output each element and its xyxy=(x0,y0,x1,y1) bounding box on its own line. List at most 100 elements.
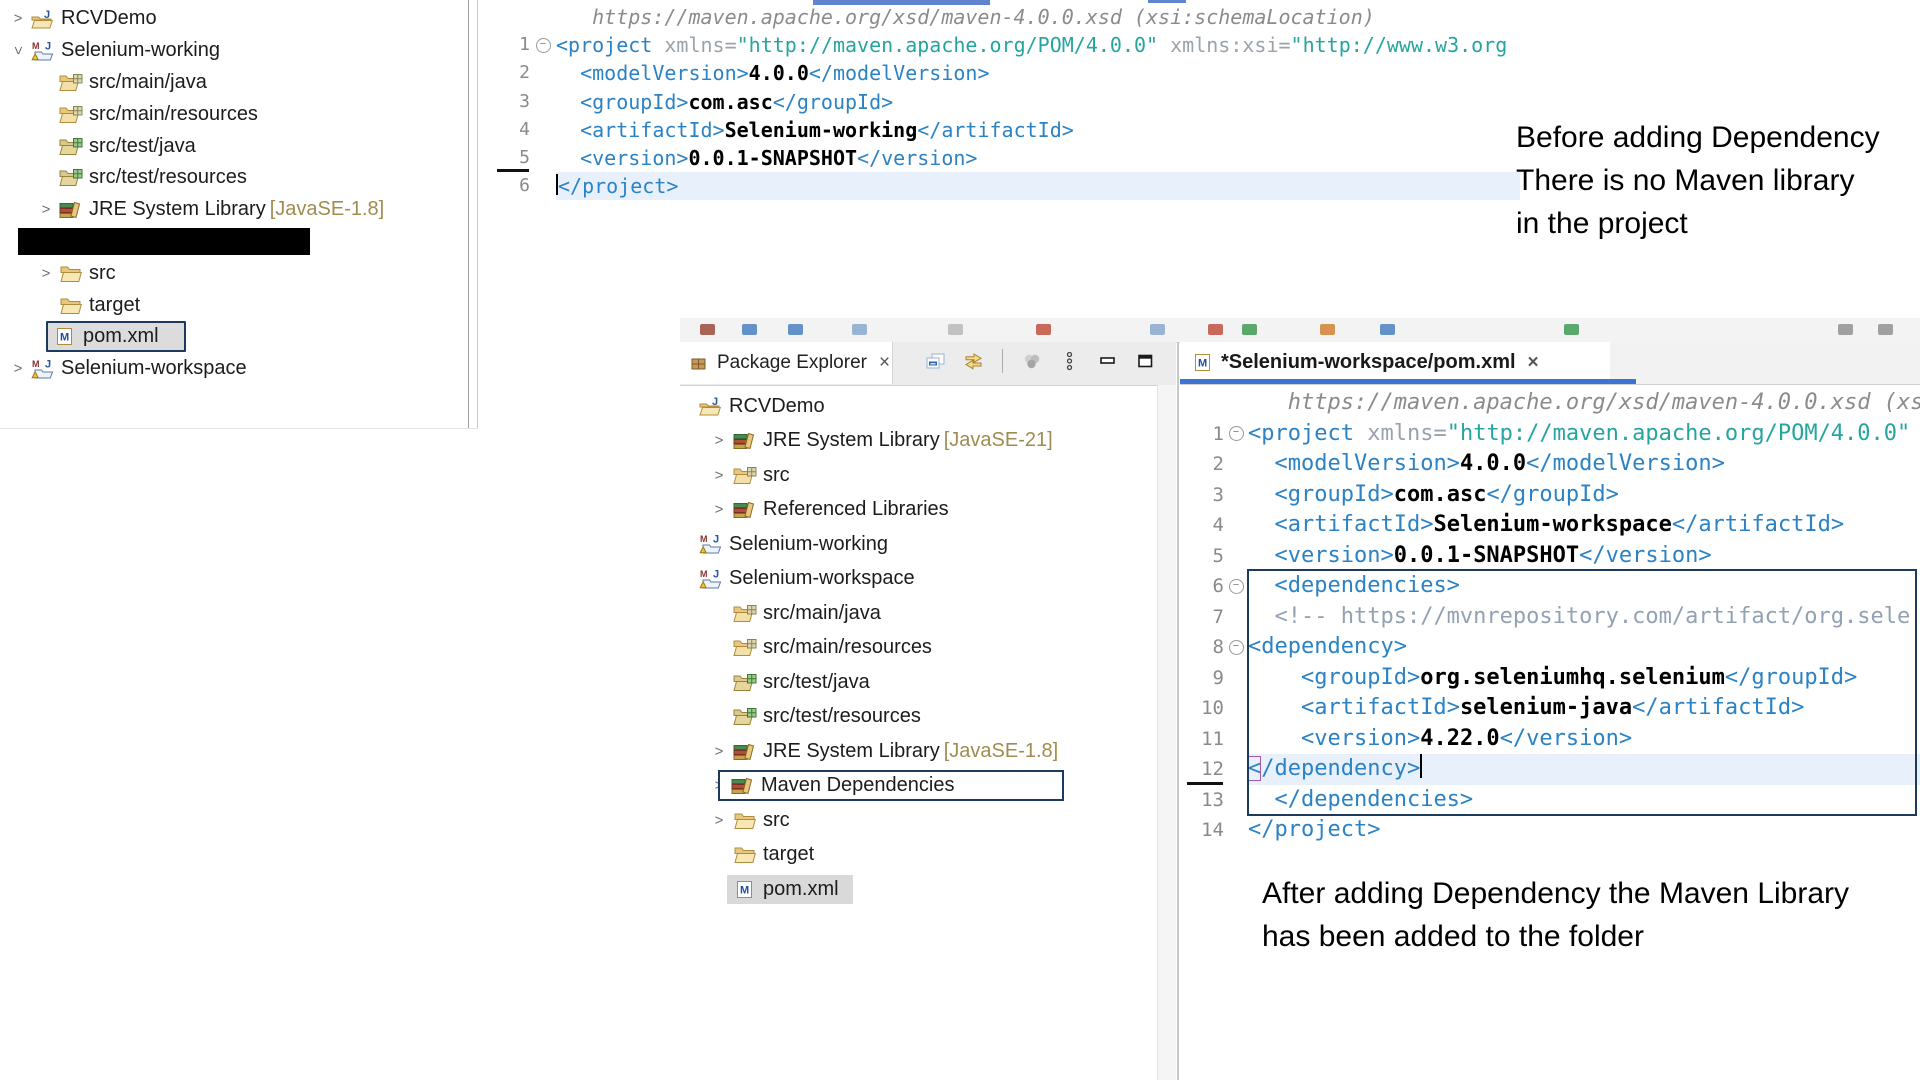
expand-chevron-icon[interactable]: > xyxy=(706,467,732,484)
tree-item-selenium-workspace[interactable]: >MJSelenium-workspace xyxy=(0,353,468,385)
tree-item-selenium-working[interactable]: MJSelenium-working xyxy=(680,527,1158,562)
tree-item-src-main-java[interactable]: >src/main/java xyxy=(680,596,1158,631)
code-line-5[interactable]: 5 <version>0.0.1-SNAPSHOT</version> xyxy=(494,144,1520,172)
code-line-1[interactable]: 1−<project xmlns="http://maven.apache.or… xyxy=(494,31,1520,59)
code-area-before[interactable]: https://maven.apache.org/xsd/maven-4.0.0… xyxy=(490,0,1520,200)
fold-collapse-icon[interactable]: − xyxy=(1224,571,1248,602)
tree-item-jre-system-library[interactable]: >JRE System Library[JavaSE-21] xyxy=(680,424,1158,459)
expand-chevron-icon[interactable]: > xyxy=(34,201,58,218)
maximize-icon[interactable] xyxy=(1133,351,1158,371)
svg-text:M: M xyxy=(1198,358,1207,370)
code-line-12[interactable]: 12</dependency> xyxy=(1184,754,1920,785)
close-icon[interactable]: × xyxy=(1528,352,1539,374)
code-line-4[interactable]: 4 <artifactId>Selenium-workspace</artifa… xyxy=(1184,510,1920,541)
code-area-after[interactable]: https://maven.apache.org/xsd/maven-4.0.0… xyxy=(1180,384,1920,1080)
tree-item-src-main-resources[interactable]: >src/main/resources xyxy=(0,98,468,130)
code-line-3[interactable]: 3 <groupId>com.asc</groupId> xyxy=(1184,480,1920,511)
code-line-schema-header[interactable]: https://maven.apache.org/xsd/maven-4.0.0… xyxy=(1184,388,1920,419)
tree-item-target[interactable]: >target xyxy=(680,838,1158,873)
tree-item-rcvdemo[interactable]: JRCVDemo xyxy=(680,389,1158,424)
fold-spacer xyxy=(1224,541,1248,572)
panel-divider[interactable] xyxy=(477,0,478,428)
annotation-line: has been added to the folder xyxy=(1262,915,1920,958)
expand-chevron-icon[interactable]: > xyxy=(706,812,732,829)
tree-item-selenium-working[interactable]: >MJSelenium-working xyxy=(0,35,468,67)
tree-item-src-main-java[interactable]: >src/main/java xyxy=(0,67,468,99)
tree-item-pom-xml[interactable]: >Mpom.xml xyxy=(0,321,468,353)
code-line-2[interactable]: 2 <modelVersion>4.0.0</modelVersion> xyxy=(494,59,1520,87)
tree-item-src[interactable]: >src xyxy=(680,803,1158,838)
tree-item-src[interactable]: >src xyxy=(0,257,468,289)
expand-chevron-icon[interactable]: > xyxy=(10,39,27,63)
fold-collapse-icon[interactable]: − xyxy=(530,31,556,59)
code-line-4[interactable]: 4 <artifactId>Selenium-working</artifact… xyxy=(494,116,1520,144)
code-line-9[interactable]: 9 <groupId>org.seleniumhq.selenium</grou… xyxy=(1184,663,1920,694)
fold-spacer xyxy=(1224,663,1248,694)
code-line-5[interactable]: 5 <version>0.0.1-SNAPSHOT</version> xyxy=(1184,541,1920,572)
svg-text:J: J xyxy=(712,396,718,408)
code-line-14[interactable]: 14</project> xyxy=(1184,815,1920,846)
maven-project-icon: MJ xyxy=(30,41,55,61)
code-line-6[interactable]: 6− <dependencies> xyxy=(1184,571,1920,602)
folder-icon xyxy=(58,295,83,315)
fold-collapse-icon[interactable]: − xyxy=(1224,632,1248,663)
tree-item-referenced-libraries[interactable]: >Referenced Libraries xyxy=(680,493,1158,528)
tree-item-src[interactable]: >src xyxy=(680,458,1158,493)
view-tab-bar: Package Explorer × xyxy=(680,342,1176,386)
code-line-11[interactable]: 11 <version>4.22.0</version> xyxy=(1184,724,1920,755)
tree-item-src-test-resources[interactable]: >src/test/resources xyxy=(0,162,468,194)
tree-item-src-test-resources[interactable]: >src/test/resources xyxy=(680,700,1158,735)
expand-chevron-icon[interactable]: > xyxy=(6,360,30,377)
expand-chevron-icon[interactable]: > xyxy=(6,10,30,27)
tab-selenium-workspace-pom[interactable]: M *Selenium-workspace/pom.xml × xyxy=(1180,342,1610,383)
code-line-8[interactable]: 8−<dependency> xyxy=(1184,632,1920,663)
link-with-editor-icon[interactable] xyxy=(961,351,986,371)
code-line-2[interactable]: 2 <modelVersion>4.0.0</modelVersion> xyxy=(1184,449,1920,480)
expand-chevron-icon[interactable]: > xyxy=(34,265,58,282)
tree-item-src-main-resources[interactable]: >src/main/resources xyxy=(680,631,1158,666)
collapse-all-icon[interactable] xyxy=(923,351,948,371)
toolbar-fragment xyxy=(1878,324,1893,335)
scrollbar[interactable] xyxy=(1157,385,1176,1080)
tree-item-jre-system-library[interactable]: >JRE System Library[JavaSE-1.8] xyxy=(0,194,468,226)
code-text: <artifactId>Selenium-working</artifactId… xyxy=(556,116,1520,144)
code-line-7[interactable]: 7 <!-- https://mvnrepository.com/artifac… xyxy=(1184,602,1920,633)
line-number: 4 xyxy=(1184,510,1224,541)
line-number: 7 xyxy=(1184,602,1224,633)
view-menu-icon[interactable] xyxy=(1057,351,1082,371)
expand-chevron-icon[interactable]: > xyxy=(706,432,732,449)
fold-collapse-icon[interactable]: − xyxy=(1224,419,1248,450)
code-line-6[interactable]: 6</project> xyxy=(494,172,1520,200)
expand-chevron-icon[interactable]: > xyxy=(706,501,732,518)
screenshot-after: Package Explorer × JRCVDemo>JRE System L… xyxy=(680,318,1920,1080)
expand-chevron-icon[interactable]: > xyxy=(706,743,732,760)
tree-item-selenium-workspace[interactable]: MJSelenium-workspace xyxy=(680,562,1158,597)
tree-item-rcvdemo[interactable]: >JRCVDemo xyxy=(0,3,468,35)
code-line-schema-header[interactable]: https://maven.apache.org/xsd/maven-4.0.0… xyxy=(494,3,1520,31)
close-icon[interactable]: × xyxy=(879,352,890,374)
fold-spacer xyxy=(1224,480,1248,511)
tree-item-src-test-java[interactable]: >src/test/java xyxy=(0,130,468,162)
tree-item-target[interactable]: >target xyxy=(0,289,468,321)
test-package-folder-icon xyxy=(58,136,83,156)
tree-item-pom-xml[interactable]: >Mpom.xml xyxy=(680,872,1158,907)
tree-item-src-test-java[interactable]: >src/test/java xyxy=(680,665,1158,700)
panel-divider[interactable] xyxy=(468,0,469,428)
code-line-10[interactable]: 10 <artifactId>selenium-java</artifactId… xyxy=(1184,693,1920,724)
tree-item-maven-dependencies[interactable]: >Maven Dependencies xyxy=(680,769,1158,804)
focus-icon[interactable] xyxy=(1019,351,1044,371)
line-number: 1 xyxy=(494,31,530,59)
panel-divider[interactable] xyxy=(1177,342,1179,1080)
code-text: <dependencies> xyxy=(1248,571,1920,602)
tab-package-explorer[interactable]: Package Explorer × xyxy=(680,342,893,384)
code-line-3[interactable]: 3 <groupId>com.asc</groupId> xyxy=(494,88,1520,116)
code-text: <version>0.0.1-SNAPSHOT</version> xyxy=(1248,541,1920,572)
code-text: </project> xyxy=(556,172,1520,200)
code-line-1[interactable]: 1−<project xmlns="http://maven.apache.or… xyxy=(1184,419,1920,450)
folder-icon xyxy=(58,263,83,283)
tree-item-jre-system-library[interactable]: >JRE System Library[JavaSE-1.8] xyxy=(680,734,1158,769)
code-line-13[interactable]: 13 </dependencies> xyxy=(1184,785,1920,816)
test-package-folder-icon xyxy=(732,707,757,727)
minimize-icon[interactable] xyxy=(1095,351,1120,371)
maven-project-icon: MJ xyxy=(698,534,723,554)
